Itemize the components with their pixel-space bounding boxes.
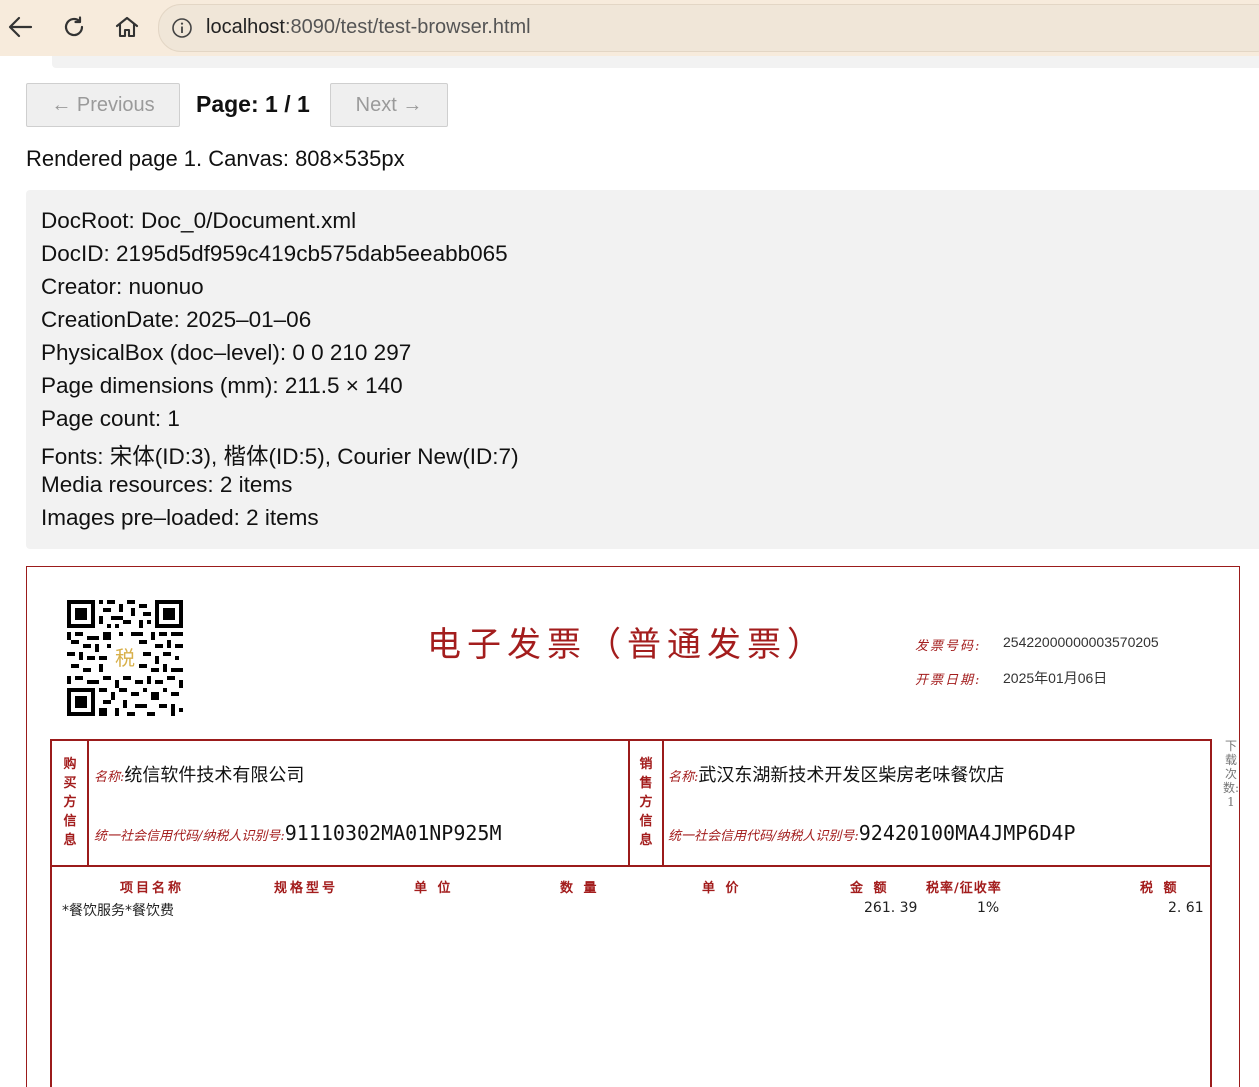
home-icon: [115, 16, 139, 38]
buyer-tax-id: 统一社会信用代码/纳税人识别号:91110302MA01NP925M: [94, 821, 502, 845]
invoice-canvas: 税 电子发票（普通发票） 发票号码: 25422000000003570205 …: [26, 566, 1240, 1087]
next-button[interactable]: Next →: [330, 83, 448, 127]
address-bar[interactable]: localhost:8090/test/test-browser.html: [158, 4, 1259, 52]
render-status: Rendered page 1. Canvas: 808×535px: [26, 146, 405, 171]
content-top-strip: [52, 56, 1259, 68]
invoice-number: 25422000000003570205: [1003, 634, 1159, 650]
reload-icon: [64, 16, 84, 37]
column-header-tax-rate: 税率/征收率: [926, 881, 1002, 896]
issue-date: 2025年01月06日: [1003, 670, 1108, 686]
url-text[interactable]: localhost:8090/test/test-browser.html: [206, 16, 531, 39]
browser-toolbar: localhost:8090/test/test-browser.html: [0, 0, 1259, 56]
item-tax-rate: 1%: [977, 900, 1000, 916]
items-table: 项目名称 规格型号 单 位 数 量 单 价 金 额 税率/征收率 税 额 *餐饮…: [50, 865, 1212, 1087]
column-header-unit: 单 位: [414, 881, 454, 896]
item-amount: 261. 39: [864, 900, 918, 916]
previous-button[interactable]: ← Previous: [26, 83, 180, 127]
back-arrow-icon: [8, 16, 33, 38]
party-divider: [662, 741, 664, 865]
party-divider: [87, 741, 89, 865]
column-header-quantity: 数 量: [560, 881, 600, 896]
svg-text:税: 税: [115, 646, 135, 670]
info-media-resources: Media resources: 2 items: [41, 472, 293, 497]
seller-tax-value: 92420100MA4JMP6D4P: [858, 821, 1076, 845]
invoice-title: 电子发票（普通发票）: [427, 625, 827, 665]
info-fonts: Fonts: 宋体(ID:3), 楷体(ID:5), Courier New(I…: [41, 444, 519, 469]
info-creation-date: CreationDate: 2025–01–06: [41, 307, 312, 332]
seller-name: 名称:武汉东湖新技术开发区柴房老味餐饮店: [668, 761, 1004, 787]
buyer-name-value: 统信软件技术有限公司: [124, 765, 305, 786]
item-tax: 2. 61: [1168, 900, 1204, 916]
buyer-name-label: 名称:: [94, 770, 125, 785]
column-header-spec: 规格型号: [274, 881, 339, 896]
seller-name-value: 武汉东湖新技术开发区柴房老味餐饮店: [698, 765, 1005, 786]
info-page-dimensions: Page dimensions (mm): 211.5 × 140: [41, 373, 403, 398]
reload-button[interactable]: [54, 8, 94, 46]
seller-tax-id: 统一社会信用代码/纳税人识别号:92420100MA4JMP6D4P: [668, 821, 1076, 845]
info-docroot: DocRoot: Doc_0/Document.xml: [41, 208, 357, 233]
home-button[interactable]: [107, 8, 147, 46]
url-host: localhost: [206, 16, 285, 38]
column-header-amount: 金 额: [850, 881, 890, 896]
column-header-tax: 税 额: [1140, 881, 1180, 896]
url-path: :8090/test/test-browser.html: [284, 16, 531, 38]
download-count-note: 下载次数: 1: [1223, 739, 1240, 809]
issue-date-label: 开票日期:: [915, 673, 982, 688]
qr-code-icon: 税: [67, 600, 183, 716]
buyer-tax-value: 91110302MA01NP925M: [284, 821, 502, 845]
info-physical-box: PhysicalBox (doc–level): 0 0 210 297: [41, 340, 412, 365]
site-info-icon[interactable]: [171, 17, 193, 39]
party-section: 购买方信息 名称:统信软件技术有限公司 统一社会信用代码/纳税人识别号:9111…: [50, 739, 1212, 867]
document-info-panel: DocRoot: Doc_0/Document.xml DocID: 2195d…: [26, 190, 1259, 549]
seller-name-label: 名称:: [668, 770, 699, 785]
seller-tax-label: 统一社会信用代码/纳税人识别号:: [668, 829, 859, 844]
column-header-item-name: 项目名称: [120, 881, 185, 896]
info-docid: DocID: 2195d5df959c419cb575dab5eeabb065: [41, 241, 508, 266]
buyer-side-label: 购买方信息: [63, 757, 77, 848]
seller-side-label: 销售方信息: [639, 757, 653, 848]
info-page-count: Page count: 1: [41, 406, 180, 431]
buyer-name: 名称:统信软件技术有限公司: [94, 761, 304, 787]
info-images-preloaded: Images pre–loaded: 2 items: [41, 505, 319, 530]
info-creator: Creator: nuonuo: [41, 274, 204, 299]
page-indicator: Page: 1 / 1: [196, 91, 310, 117]
invoice-number-label: 发票号码:: [915, 639, 982, 654]
column-header-unit-price: 单 价: [702, 881, 742, 896]
party-divider: [628, 741, 630, 865]
buyer-tax-label: 统一社会信用代码/纳税人识别号:: [94, 829, 285, 844]
back-button[interactable]: [0, 8, 40, 46]
item-name: *餐饮服务*餐饮费: [62, 903, 174, 919]
